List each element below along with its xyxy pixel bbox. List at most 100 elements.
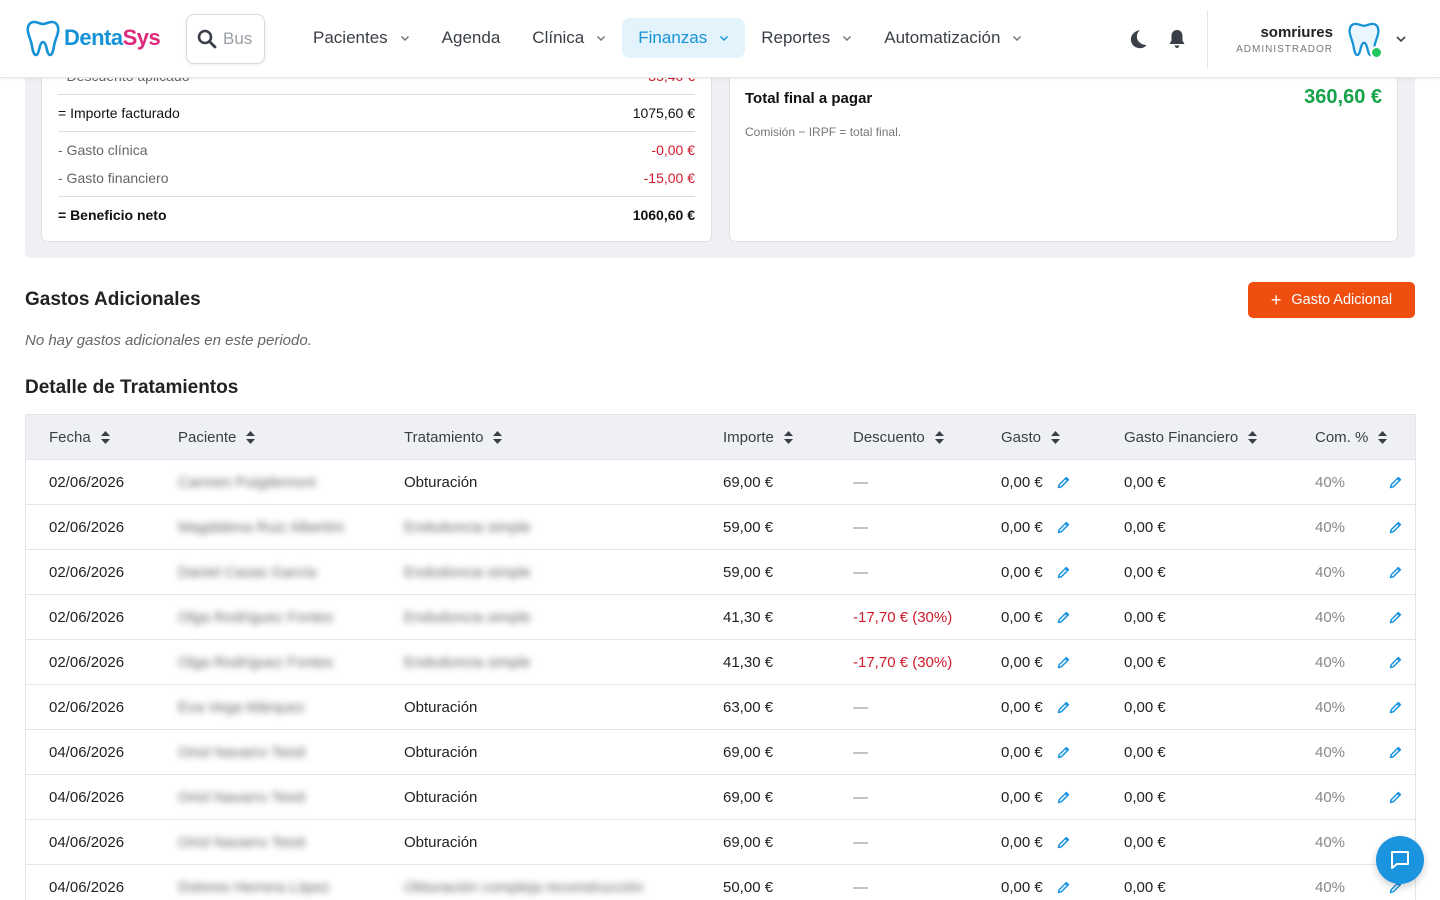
cell-paciente: Olga Rodríguez Fontes: [178, 595, 333, 640]
table-row: 04/06/2026 Oriol Navarro Teixit Obturación…: [26, 729, 1415, 774]
table-row: 04/06/2026 Oriol Navarro Teixit Obturación…: [26, 819, 1415, 864]
app-logo[interactable]: DentaSys: [26, 19, 161, 57]
global-search[interactable]: [186, 14, 265, 64]
cell-paciente: Oriol Navarro Teixit: [178, 820, 305, 865]
nav-clinica[interactable]: Clínica: [516, 18, 622, 58]
edit-pencil-icon[interactable]: [1389, 701, 1402, 714]
user-info[interactable]: somriures ADMINISTRADOR: [1236, 24, 1333, 55]
edit-pencil-icon[interactable]: [1057, 611, 1070, 624]
cell-descuento: —: [853, 505, 868, 550]
chat-button[interactable]: [1376, 836, 1424, 884]
cell-comision: 40%: [1315, 730, 1345, 775]
edit-pencil-icon[interactable]: [1057, 656, 1070, 669]
cell-importe-text: 63,00 €: [723, 699, 774, 716]
cell-descuento: -17,70 € (30%): [853, 595, 952, 640]
edit-comision-cell: [1375, 550, 1402, 595]
chevron-down-icon[interactable]: [1395, 33, 1407, 45]
cell-gasto-financiero: 0,00 €: [1124, 775, 1166, 820]
gastos-adicionales-title: Gastos Adicionales: [25, 289, 201, 310]
gastos-empty-note: No hay gastos adicionales en este period…: [25, 332, 312, 349]
column-label: Gasto Financiero: [1124, 428, 1239, 446]
edit-pencil-icon[interactable]: [1057, 746, 1070, 759]
cell-gasto-financiero-text: 0,00 €: [1124, 474, 1166, 491]
cell-gasto-text: 0,00 €: [1001, 519, 1043, 536]
edit-pencil-icon[interactable]: [1057, 701, 1070, 714]
cell-paciente: Magdalena Ruiz Albertini: [178, 505, 344, 550]
nav-pacientes[interactable]: Pacientes: [297, 18, 426, 58]
bell-icon[interactable]: [1166, 28, 1188, 50]
nav-label: Automatización: [884, 28, 1001, 47]
edit-pencil-icon[interactable]: [1389, 476, 1402, 489]
column-header-fecha[interactable]: Fecha: [49, 415, 110, 459]
cell-descuento: —: [853, 550, 868, 595]
cell-paciente: Oriol Navarro Teixit: [178, 730, 305, 775]
cell-comision-text: 40%: [1315, 744, 1346, 761]
edit-pencil-icon[interactable]: [1057, 566, 1070, 579]
cell-gasto-financiero-text: 0,00 €: [1124, 834, 1166, 851]
cell-tratamiento: Obturación: [404, 460, 477, 505]
column-header-paciente[interactable]: Paciente: [178, 415, 256, 459]
column-header-gasto[interactable]: Gasto: [1001, 415, 1061, 459]
summary-value: 1075,60 €: [632, 105, 695, 121]
cell-paciente-text: Carmen Puigdemont: [178, 474, 316, 491]
add-gasto-adicional-button[interactable]: + Gasto Adicional: [1248, 282, 1415, 318]
edit-pencil-icon[interactable]: [1057, 836, 1070, 849]
nav-finanzas[interactable]: Finanzas: [622, 18, 746, 58]
sort-icon: [1051, 430, 1061, 444]
column-header-importe[interactable]: Importe: [723, 415, 793, 459]
edit-pencil-icon[interactable]: [1057, 791, 1070, 804]
cell-comision: 40%: [1315, 460, 1345, 505]
cell-importe: 69,00 €: [723, 730, 773, 775]
cell-descuento-text: —: [853, 519, 868, 536]
cell-comision: 40%: [1315, 550, 1345, 595]
edit-pencil-icon[interactable]: [1389, 656, 1402, 669]
cell-gasto-financiero-text: 0,00 €: [1124, 879, 1166, 896]
edit-pencil-icon[interactable]: [1389, 566, 1402, 579]
column-header-descuento[interactable]: Descuento: [853, 415, 944, 459]
nav-automatizacion[interactable]: Automatización: [868, 18, 1038, 58]
search-icon: [197, 29, 217, 49]
moon-icon[interactable]: [1126, 28, 1148, 50]
nav-agenda[interactable]: Agenda: [426, 18, 517, 58]
cell-fecha-text: 04/06/2026: [49, 744, 125, 761]
cell-paciente: Oriol Navarro Teixit: [178, 775, 305, 820]
cell-fecha: 02/06/2026: [49, 595, 124, 640]
cell-importe: 69,00 €: [723, 460, 773, 505]
cell-gasto: 0,00 €: [1001, 775, 1070, 820]
nav-reportes[interactable]: Reportes: [745, 18, 868, 58]
summary-row-gasto-financiero: - Gasto financiero -15,00 €: [58, 170, 695, 186]
edit-pencil-icon[interactable]: [1389, 611, 1402, 624]
cell-fecha-text: 04/06/2026: [49, 879, 125, 896]
cell-importe-text: 41,30 €: [723, 654, 774, 671]
cell-importe-text: 50,00 €: [723, 879, 774, 896]
cell-paciente-text: Magdalena Ruiz Albertini: [178, 519, 344, 536]
summary-row-importe-facturado: = Importe facturado 1075,60 €: [58, 105, 695, 121]
cell-gasto-financiero: 0,00 €: [1124, 820, 1166, 865]
edit-pencil-icon[interactable]: [1389, 521, 1402, 534]
cell-descuento: —: [853, 730, 868, 775]
header-divider: [1207, 10, 1208, 68]
edit-pencil-icon[interactable]: [1057, 881, 1070, 894]
chevron-down-icon: [843, 36, 852, 41]
column-header-gasto-financiero[interactable]: Gasto Financiero: [1124, 415, 1258, 459]
cell-tratamiento: Obturación compleja reconstrucción: [404, 865, 643, 900]
edit-pencil-icon[interactable]: [1389, 791, 1402, 804]
cell-gasto-text: 0,00 €: [1001, 609, 1043, 626]
cell-fecha: 02/06/2026: [49, 550, 124, 595]
column-header-tratamiento[interactable]: Tratamiento: [404, 415, 503, 459]
search-input[interactable]: [223, 29, 253, 49]
edit-pencil-icon[interactable]: [1057, 476, 1070, 489]
cell-gasto-financiero-text: 0,00 €: [1124, 609, 1166, 626]
table-row: 04/06/2026 Dolores Herrera López Obturació…: [26, 864, 1415, 900]
edit-pencil-icon[interactable]: [1057, 521, 1070, 534]
cell-gasto: 0,00 €: [1001, 550, 1070, 595]
edit-pencil-icon[interactable]: [1389, 746, 1402, 759]
cell-comision: 40%: [1315, 505, 1345, 550]
cell-comision-text: 40%: [1315, 699, 1346, 716]
cell-tratamiento-text: Endodoncia simple: [404, 519, 531, 536]
cell-gasto-financiero: 0,00 €: [1124, 865, 1166, 900]
nav-label: Agenda: [441, 28, 501, 47]
cell-descuento-text: -17,70 € (30%): [853, 609, 953, 626]
column-label: Descuento: [853, 428, 925, 446]
column-header-comision[interactable]: Com. %: [1315, 415, 1388, 459]
